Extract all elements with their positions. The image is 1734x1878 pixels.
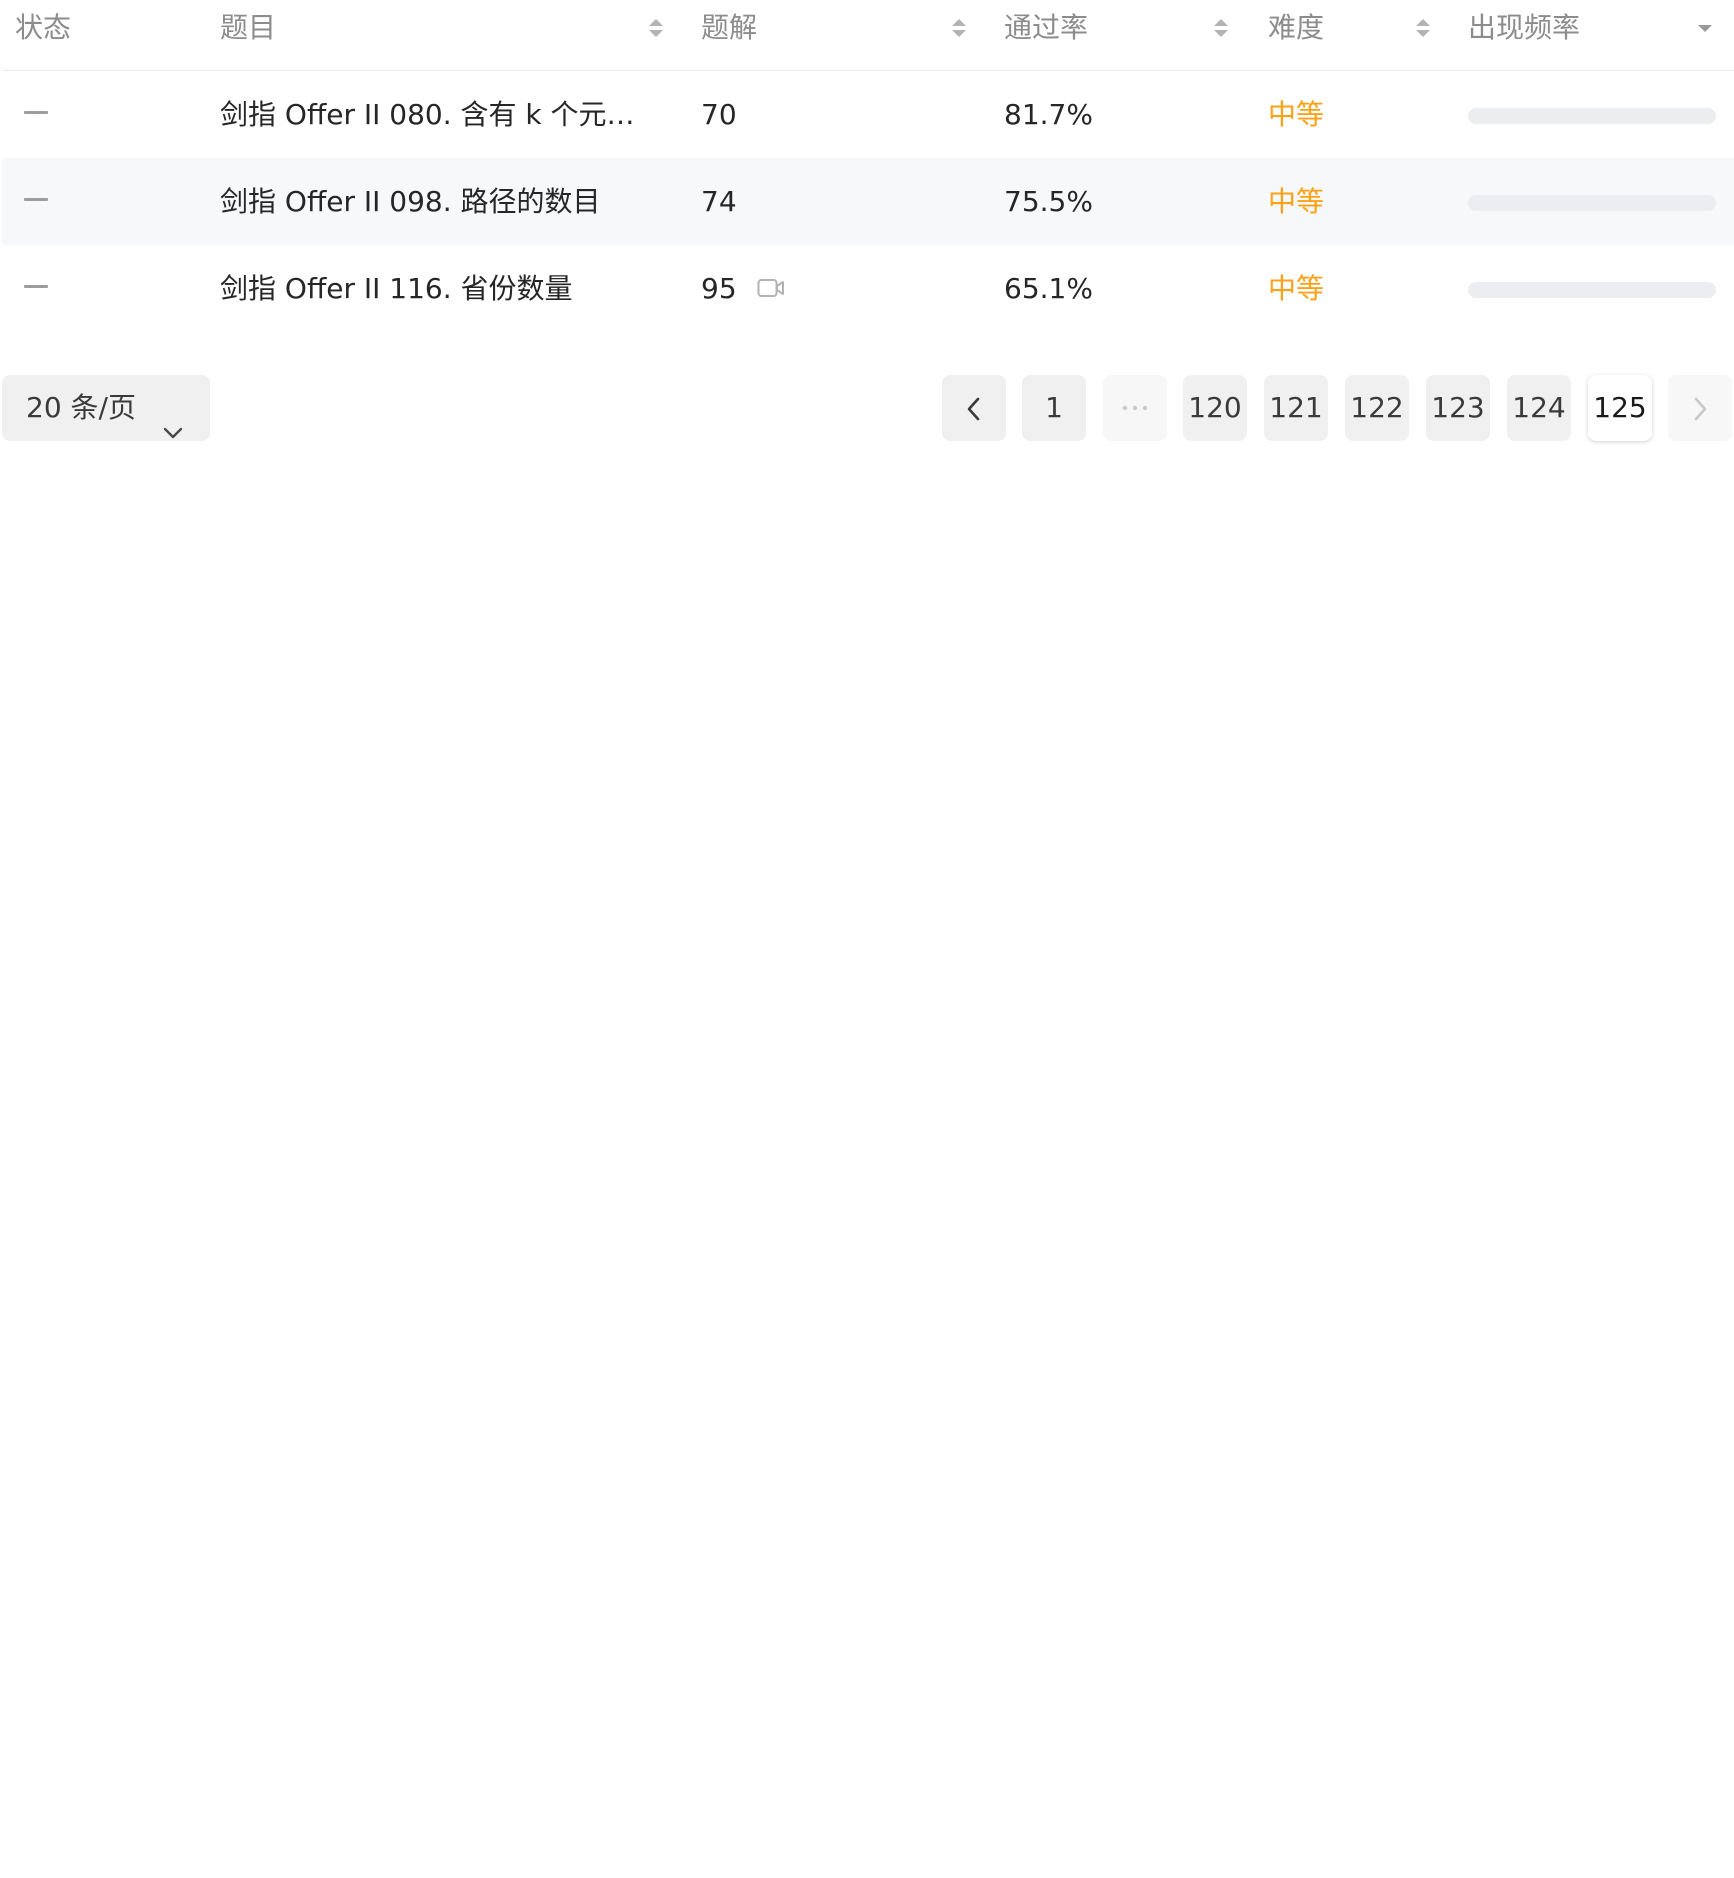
- header-status: 状态: [15, 11, 72, 44]
- difficulty-label: 中等: [1268, 98, 1325, 131]
- page-button-120[interactable]: 120: [1183, 375, 1247, 441]
- status-dash-icon: [24, 285, 48, 288]
- caret-down-icon[interactable]: [1696, 22, 1714, 44]
- table-header: 状态 题目 题解 通过率 难度 出现频率: [2, 0, 1734, 71]
- chevron-down-icon: [162, 399, 184, 465]
- problem-title-link[interactable]: 剑指 Offer II 116. 省份数量: [220, 245, 652, 332]
- status-dash-icon: [24, 198, 48, 201]
- problem-title-link[interactable]: 剑指 Offer II 098. 路径的数目: [220, 158, 652, 245]
- ellipsis-icon[interactable]: [1103, 375, 1167, 441]
- page-size-select[interactable]: 20 条/页: [2, 375, 210, 441]
- solution-count[interactable]: 70: [701, 71, 737, 158]
- problem-table: 状态 题目 题解 通过率 难度 出现频率 剑指 Offer II 080. 含有…: [2, 0, 1734, 332]
- page-size-label: 20 条/页: [26, 391, 136, 424]
- chevron-right-icon: [1668, 396, 1732, 422]
- header-solutions[interactable]: 题解: [701, 8, 757, 48]
- pagination: 20 条/页 1 120 121 122 123 124 125: [0, 375, 1734, 443]
- table-row[interactable]: 剑指 Offer II 098. 路径的数目 74 75.5% 中等: [2, 158, 1734, 245]
- acceptance-rate: 75.5%: [1004, 185, 1093, 218]
- header-frequency[interactable]: 出现频率: [1468, 8, 1580, 48]
- sort-arrows-icon[interactable]: [647, 17, 665, 39]
- acceptance-rate: 81.7%: [1004, 98, 1093, 131]
- header-difficulty[interactable]: 难度: [1268, 8, 1324, 48]
- page-button-123[interactable]: 123: [1426, 375, 1490, 441]
- solution-count[interactable]: 74: [701, 158, 737, 245]
- sort-arrows-icon[interactable]: [1212, 17, 1230, 39]
- page-button-124[interactable]: 124: [1507, 375, 1571, 441]
- frequency-bar: [1468, 282, 1716, 298]
- sort-arrows-icon[interactable]: [1414, 17, 1432, 39]
- next-page-button[interactable]: [1668, 375, 1732, 441]
- prev-page-button[interactable]: [942, 375, 1006, 441]
- table-row[interactable]: 剑指 Offer II 116. 省份数量 95 65.1% 中等: [2, 245, 1734, 332]
- problem-title-link[interactable]: 剑指 Offer II 080. 含有 k 个元素...: [220, 71, 652, 158]
- video-camera-icon[interactable]: [757, 277, 785, 299]
- sort-arrows-icon[interactable]: [950, 17, 968, 39]
- header-acceptance[interactable]: 通过率: [1004, 8, 1088, 48]
- chevron-left-icon: [942, 396, 1006, 422]
- status-dash-icon: [24, 111, 48, 114]
- page-button-125-current[interactable]: 125: [1588, 375, 1652, 441]
- page-button-122[interactable]: 122: [1345, 375, 1409, 441]
- difficulty-label: 中等: [1268, 272, 1325, 305]
- acceptance-rate: 65.1%: [1004, 272, 1093, 305]
- page-button-1[interactable]: 1: [1022, 375, 1086, 441]
- frequency-bar: [1468, 195, 1716, 211]
- table-row[interactable]: 剑指 Offer II 080. 含有 k 个元素... 70 81.7% 中等: [2, 71, 1734, 158]
- solution-count[interactable]: 95: [701, 245, 737, 332]
- header-title[interactable]: 题目: [220, 8, 276, 48]
- difficulty-label: 中等: [1268, 185, 1325, 218]
- page-button-121[interactable]: 121: [1264, 375, 1328, 441]
- frequency-bar: [1468, 108, 1716, 124]
